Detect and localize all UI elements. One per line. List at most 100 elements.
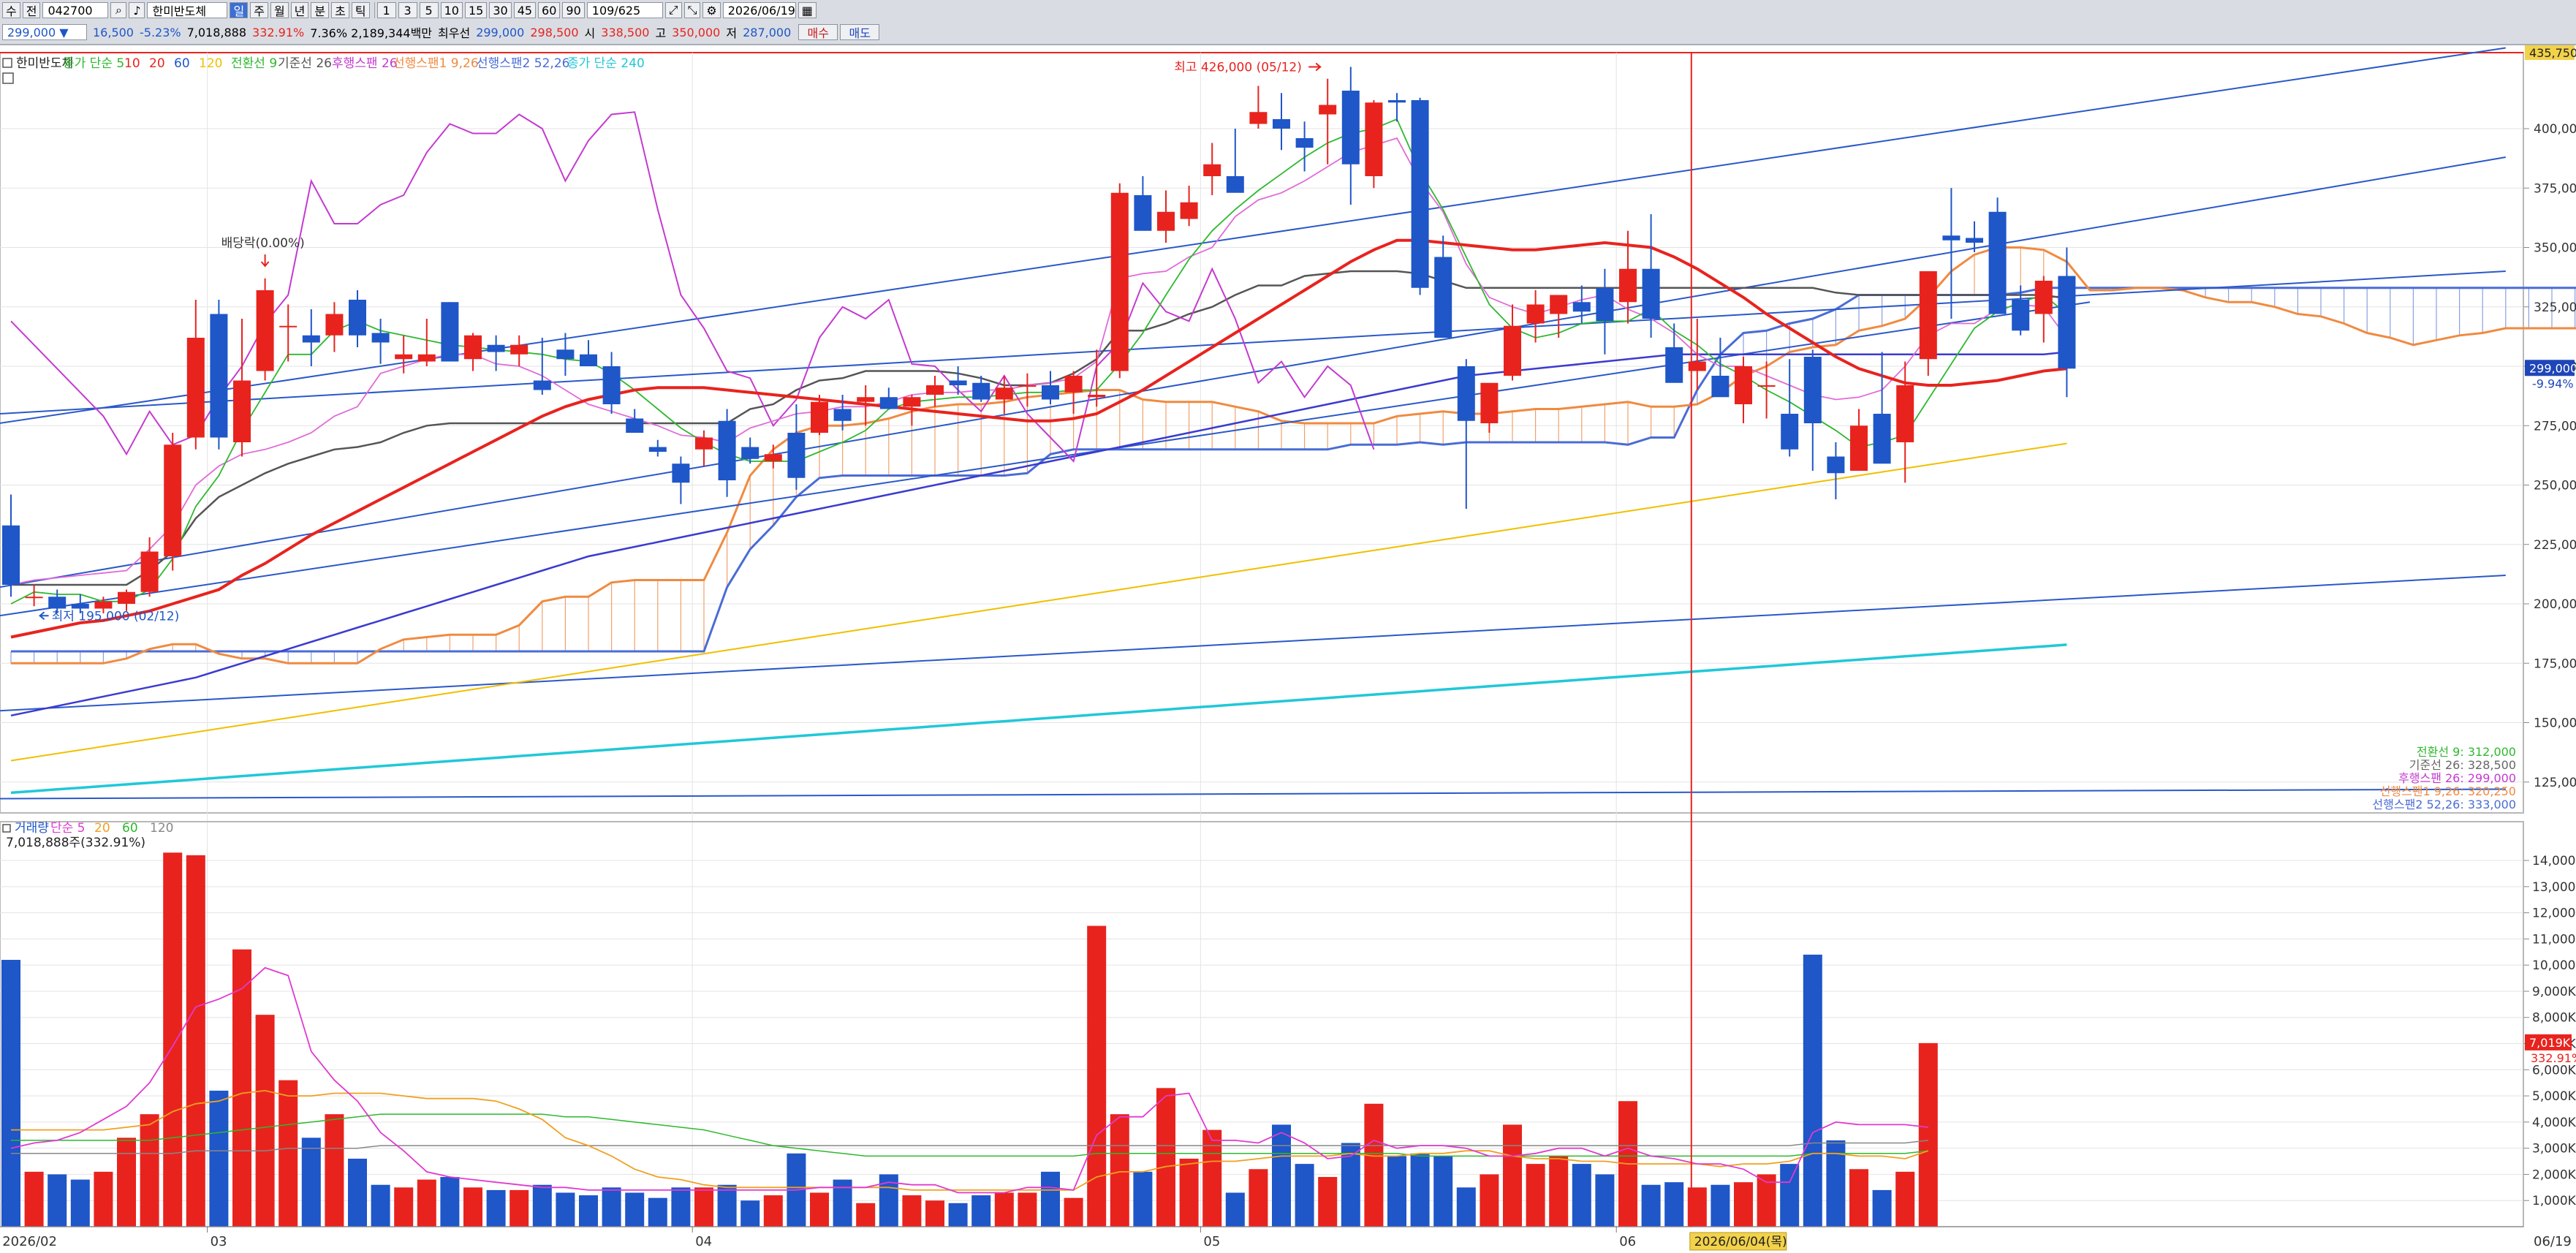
volume-bar xyxy=(1110,1114,1129,1227)
period-button-1[interactable]: 주 xyxy=(250,2,268,18)
volume-bar xyxy=(163,852,183,1227)
volume-bar xyxy=(1249,1169,1268,1227)
candle-body xyxy=(1457,366,1475,421)
volume-bar xyxy=(117,1137,136,1227)
candle-body xyxy=(1157,211,1175,231)
volume-ma20-line xyxy=(11,1089,1929,1191)
x-tick-label: 2026/02 xyxy=(2,1234,57,1249)
chart-area[interactable]: 125,000 150,000 175,000 200,000 225,000 250,0… xyxy=(0,44,2576,1253)
candle-body xyxy=(626,418,644,433)
candle-body xyxy=(1042,385,1059,400)
interval-button-1[interactable]: 3 xyxy=(398,2,417,18)
volume-bar xyxy=(1872,1189,1892,1227)
high-value: 350,000 xyxy=(672,25,721,39)
stock-name-field[interactable]: 한미반도체 xyxy=(147,2,228,18)
price-tick-label: 325,000 xyxy=(2534,300,2576,315)
period-button-6[interactable]: 틱 xyxy=(351,2,370,18)
date-field[interactable]: 2026/06/19 xyxy=(722,2,796,18)
volume-bar xyxy=(648,1197,667,1227)
volume-bar xyxy=(1503,1124,1522,1227)
dividend-annotation: 배당락(0.00%) xyxy=(221,236,305,251)
period-button-3[interactable]: 년 xyxy=(290,2,309,18)
candle-body xyxy=(695,437,713,450)
candle-body xyxy=(325,314,344,336)
period-buttons: 일주월년분초틱 xyxy=(227,2,370,18)
leading-span1-line xyxy=(11,246,2576,665)
volume-bar xyxy=(440,1177,460,1227)
base-line xyxy=(11,270,2067,586)
volume-bar xyxy=(1133,1171,1153,1227)
low-arrow-icon xyxy=(39,611,49,621)
interval-button-3[interactable]: 10 xyxy=(440,2,463,18)
trend-line xyxy=(0,301,2091,617)
ichimoku-value: 선행스팬2 52,26: 333,000 xyxy=(2372,798,2516,811)
volume-bar xyxy=(1,960,20,1227)
best-ask: 299,000 xyxy=(476,25,525,39)
candle-body xyxy=(1064,376,1083,393)
high-label: 고 xyxy=(655,26,667,40)
volume-bar xyxy=(509,1189,529,1227)
candle-body xyxy=(1827,456,1845,474)
volume-bar xyxy=(1410,1153,1430,1227)
turnover-value: 7.36% 2,189,344백만 xyxy=(310,26,433,40)
interval-button-6[interactable]: 45 xyxy=(513,2,537,18)
toolbar: 수 전 042700 ⌕ ♪ 한미반도체 일주월년분초틱 1 3 5 10 15 30 45… xyxy=(0,0,2576,45)
volume-ma60-line xyxy=(11,1113,1928,1157)
interval-button-4[interactable]: 15 xyxy=(464,2,488,18)
volume-tag-label: 7,019K xyxy=(2529,1036,2571,1050)
x-tick-label: 04 xyxy=(695,1234,712,1249)
search-icon[interactable]: ⌕ xyxy=(110,2,127,18)
candle-body xyxy=(510,344,529,355)
date-x-axis: 2026/02 03 04 05 06 06/19 xyxy=(0,1226,2572,1249)
period-button-4[interactable]: 분 xyxy=(311,2,330,18)
volume-bar xyxy=(325,1114,344,1227)
candle-body xyxy=(1226,176,1244,193)
volume-ma120-line xyxy=(11,1140,1928,1154)
volume-moving-averages xyxy=(10,966,1929,1194)
candle-body xyxy=(1966,238,1983,243)
candle-body xyxy=(972,382,990,400)
mode-select[interactable]: 수 xyxy=(2,2,20,18)
price-tick-label: 225,000 xyxy=(2534,538,2576,553)
candle-body xyxy=(1850,425,1868,471)
buy-button[interactable]: 매수 xyxy=(798,24,838,40)
candle-body xyxy=(1896,385,1914,442)
stock-code-input[interactable]: 042700 xyxy=(42,2,109,18)
moving-averages xyxy=(10,111,2068,795)
price-legend-item: 종가 단순 240 xyxy=(567,56,645,71)
period-button-2[interactable]: 월 xyxy=(270,2,289,18)
volume-bar xyxy=(1595,1174,1615,1227)
market-select[interactable]: 전 xyxy=(22,2,41,18)
candle-body xyxy=(1942,235,1961,241)
speaker-icon[interactable]: ♪ xyxy=(129,2,145,18)
price-tick-label: 375,000 xyxy=(2534,181,2576,196)
interval-button-0[interactable]: 1 xyxy=(376,2,396,18)
interval-button-8[interactable]: 90 xyxy=(562,2,585,18)
data-count-field[interactable]: 109/625 xyxy=(586,2,663,18)
settings-icon[interactable]: ⚙ xyxy=(702,2,721,18)
volume-bar xyxy=(301,1137,321,1227)
ma240-line xyxy=(10,643,2067,795)
trend-line xyxy=(0,788,2506,800)
volume-bar xyxy=(694,1187,713,1227)
interval-button-5[interactable]: 30 xyxy=(489,2,512,18)
interval-button-2[interactable]: 5 xyxy=(419,2,439,18)
sell-button[interactable]: 매도 xyxy=(840,24,880,40)
high-arrow-icon xyxy=(1308,62,1322,72)
volume-tick-label: 13,000K xyxy=(2532,880,2576,895)
candle-body xyxy=(1319,105,1337,115)
period-button-0[interactable]: 일 xyxy=(230,2,249,18)
zoom-in-icon[interactable]: ⤢ xyxy=(664,2,682,18)
candle-body xyxy=(302,335,320,343)
zoom-out-icon[interactable]: ⤡ xyxy=(683,2,701,18)
candle-body xyxy=(1341,91,1360,164)
candle-body xyxy=(1526,304,1545,324)
candle-body xyxy=(1781,414,1799,450)
calendar-icon[interactable]: ▦ xyxy=(798,2,817,18)
candle-body xyxy=(140,551,159,592)
candle-body xyxy=(602,366,621,404)
period-button-5[interactable]: 초 xyxy=(331,2,349,18)
interval-button-7[interactable]: 60 xyxy=(538,2,561,18)
candle-body xyxy=(903,397,921,407)
volume-bar xyxy=(1549,1156,1569,1227)
